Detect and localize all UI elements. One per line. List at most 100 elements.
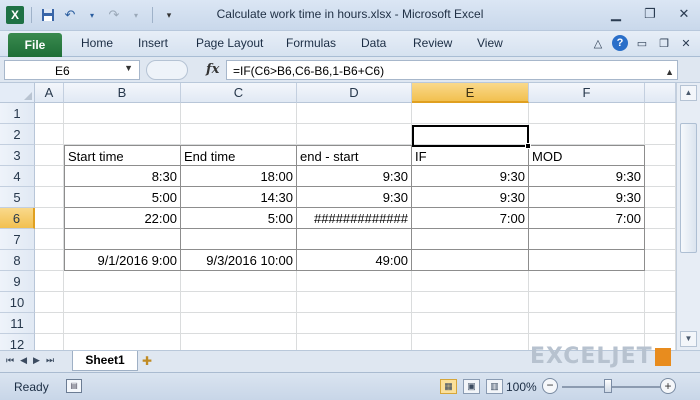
column-header-e[interactable]: E bbox=[412, 83, 529, 103]
cell-d11[interactable] bbox=[297, 313, 412, 334]
cell-c10[interactable] bbox=[181, 292, 297, 313]
cell-f8[interactable] bbox=[529, 250, 645, 271]
cell-b11[interactable] bbox=[64, 313, 181, 334]
cell-d1[interactable] bbox=[297, 103, 412, 124]
cell-b3[interactable]: Start time bbox=[64, 145, 181, 166]
row-header-8[interactable]: 8 bbox=[0, 250, 35, 271]
scroll-down-icon[interactable]: ▼ bbox=[680, 331, 697, 347]
tab-data[interactable]: Data bbox=[361, 36, 386, 50]
cell-e1[interactable] bbox=[412, 103, 529, 124]
vertical-scrollbar[interactable]: ▲ ▼ bbox=[676, 83, 700, 350]
cell-b10[interactable] bbox=[64, 292, 181, 313]
cell-e9[interactable] bbox=[412, 271, 529, 292]
cell-f1[interactable] bbox=[529, 103, 645, 124]
cell-a8[interactable] bbox=[35, 250, 64, 271]
cell-e11[interactable] bbox=[412, 313, 529, 334]
cell-g3[interactable] bbox=[645, 145, 676, 166]
cell-b5[interactable]: 5:00 bbox=[64, 187, 181, 208]
cell-b1[interactable] bbox=[64, 103, 181, 124]
cell-b9[interactable] bbox=[64, 271, 181, 292]
cell-b6[interactable]: 22:00 bbox=[64, 208, 181, 229]
cell-g1[interactable] bbox=[645, 103, 676, 124]
cell-f7[interactable] bbox=[529, 229, 645, 250]
restore-icon[interactable]: ❐ bbox=[640, 5, 660, 23]
column-header-d[interactable]: D bbox=[297, 83, 412, 103]
cell-c4[interactable]: 18:00 bbox=[181, 166, 297, 187]
cell-d7[interactable] bbox=[297, 229, 412, 250]
cell-b8[interactable]: 9/1/2016 9:00 bbox=[64, 250, 181, 271]
cell-c6[interactable]: 5:00 bbox=[181, 208, 297, 229]
zoom-level[interactable]: 100% bbox=[506, 380, 537, 394]
help-icon[interactable]: ? bbox=[612, 35, 628, 51]
cell-a4[interactable] bbox=[35, 166, 64, 187]
cell-c5[interactable]: 14:30 bbox=[181, 187, 297, 208]
tab-review[interactable]: Review bbox=[413, 36, 452, 50]
tab-home[interactable]: Home bbox=[81, 36, 113, 50]
cell-e5[interactable]: 9:30 bbox=[412, 187, 529, 208]
cell-a3[interactable] bbox=[35, 145, 64, 166]
cell-b4[interactable]: 8:30 bbox=[64, 166, 181, 187]
chevron-down-icon[interactable]: ▼ bbox=[124, 63, 133, 73]
last-sheet-icon[interactable]: ⏭ bbox=[46, 355, 54, 366]
cell-g9[interactable] bbox=[645, 271, 676, 292]
cell-d8[interactable]: 49:00 bbox=[297, 250, 412, 271]
row-header-9[interactable]: 9 bbox=[0, 271, 35, 292]
cell-f11[interactable] bbox=[529, 313, 645, 334]
row-header-1[interactable]: 1 bbox=[0, 103, 35, 124]
cell-d10[interactable] bbox=[297, 292, 412, 313]
cell-b2[interactable] bbox=[64, 124, 181, 145]
cell-g10[interactable] bbox=[645, 292, 676, 313]
minimize-ribbon-icon[interactable]: △ bbox=[590, 37, 606, 50]
cell-a11[interactable] bbox=[35, 313, 64, 334]
cell-f9[interactable] bbox=[529, 271, 645, 292]
cell-f4[interactable]: 9:30 bbox=[529, 166, 645, 187]
cell-g6[interactable] bbox=[645, 208, 676, 229]
cell-g7[interactable] bbox=[645, 229, 676, 250]
cell-f3[interactable]: MOD bbox=[529, 145, 645, 166]
formula-input[interactable]: =IF(C6>B6,C6-B6,1-B6+C6) ▲ bbox=[226, 60, 678, 80]
cell-e8[interactable] bbox=[412, 250, 529, 271]
page-layout-view-icon[interactable]: ▣ bbox=[463, 379, 480, 394]
close-icon[interactable]: ✕ bbox=[674, 5, 694, 23]
normal-view-icon[interactable]: ▦ bbox=[440, 379, 457, 394]
tab-file[interactable]: File bbox=[8, 33, 62, 57]
record-macro-icon[interactable]: ▤ bbox=[66, 379, 82, 393]
cell-g8[interactable] bbox=[645, 250, 676, 271]
cell-e3[interactable]: IF bbox=[412, 145, 529, 166]
column-header-g[interactable] bbox=[645, 83, 676, 103]
row-header-11[interactable]: 11 bbox=[0, 313, 35, 334]
cell-g2[interactable] bbox=[645, 124, 676, 145]
row-header-10[interactable]: 10 bbox=[0, 292, 35, 313]
select-all-button[interactable] bbox=[0, 83, 35, 103]
cell-d9[interactable] bbox=[297, 271, 412, 292]
cell-a9[interactable] bbox=[35, 271, 64, 292]
cell-c11[interactable] bbox=[181, 313, 297, 334]
cell-e10[interactable] bbox=[412, 292, 529, 313]
cell-a6[interactable] bbox=[35, 208, 64, 229]
cell-c1[interactable] bbox=[181, 103, 297, 124]
sheet-tab-sheet1[interactable]: Sheet1 bbox=[72, 351, 138, 371]
tab-view[interactable]: View bbox=[477, 36, 503, 50]
next-sheet-icon[interactable]: ▶ bbox=[33, 355, 40, 366]
column-header-a[interactable]: A bbox=[35, 83, 64, 103]
row-header-7[interactable]: 7 bbox=[0, 229, 35, 250]
workbook-restore-icon[interactable]: ❐ bbox=[656, 37, 672, 50]
row-header-4[interactable]: 4 bbox=[0, 166, 35, 187]
tab-page-layout[interactable]: Page Layout bbox=[196, 36, 263, 50]
cell-a1[interactable] bbox=[35, 103, 64, 124]
cell-a10[interactable] bbox=[35, 292, 64, 313]
zoom-out-icon[interactable]: − bbox=[542, 378, 558, 394]
cell-g11[interactable] bbox=[645, 313, 676, 334]
cell-f10[interactable] bbox=[529, 292, 645, 313]
workbook-close-icon[interactable]: ✕ bbox=[678, 37, 694, 50]
cell-g5[interactable] bbox=[645, 187, 676, 208]
cell-c8[interactable]: 9/3/2016 10:00 bbox=[181, 250, 297, 271]
cell-a7[interactable] bbox=[35, 229, 64, 250]
tab-formulas[interactable]: Formulas bbox=[286, 36, 336, 50]
cell-c3[interactable]: End time bbox=[181, 145, 297, 166]
cell-c7[interactable] bbox=[181, 229, 297, 250]
cell-d3[interactable]: end - start bbox=[297, 145, 412, 166]
fill-handle[interactable] bbox=[525, 143, 531, 149]
cell-e7[interactable] bbox=[412, 229, 529, 250]
cell-e6[interactable]: 7:00 bbox=[412, 208, 529, 229]
